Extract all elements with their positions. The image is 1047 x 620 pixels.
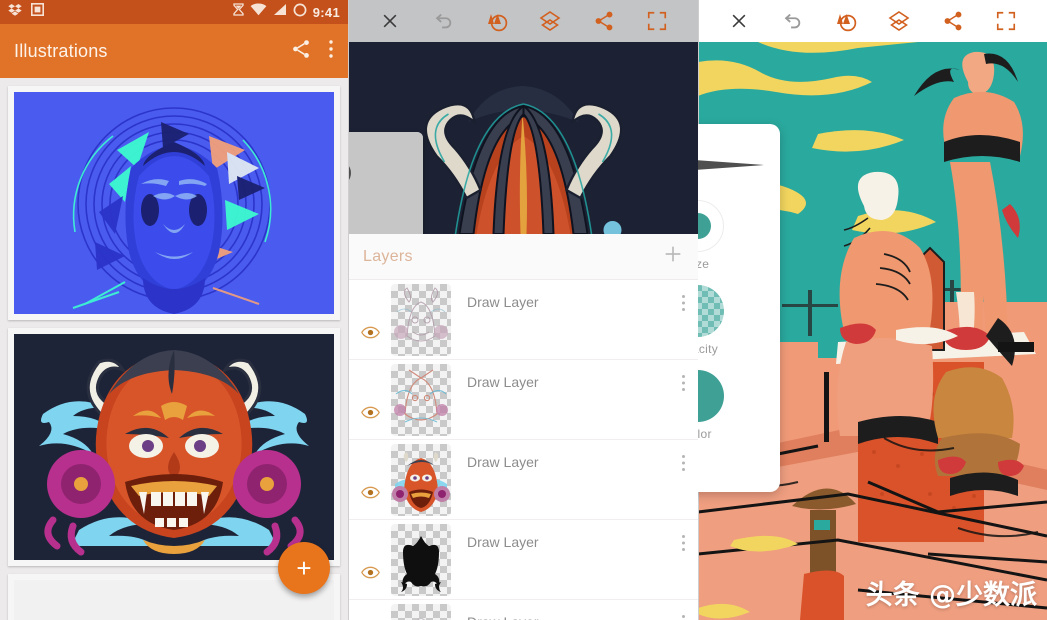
overflow-menu-icon[interactable]: [328, 38, 334, 65]
layer-menu-icon[interactable]: [681, 280, 686, 317]
undo-icon[interactable]: [766, 10, 820, 32]
editor-canvas[interactable]: [349, 42, 698, 234]
size-ring-icon: [698, 200, 724, 252]
close-icon[interactable]: [712, 11, 766, 31]
artwork-thumbnail: [14, 92, 334, 314]
status-bar: 9:41: [0, 0, 348, 24]
layers-panel-header: Layers: [349, 234, 698, 280]
layer-name: Draw Layer: [467, 454, 539, 470]
gallery-app-bar: Illustrations: [0, 24, 348, 78]
undo-icon[interactable]: [417, 10, 471, 32]
artwork-card-oni-mask[interactable]: [8, 328, 340, 566]
size-label: size: [698, 257, 710, 271]
three-panel-screenshot: 9:41 Illustrations + Layers Draw Layer D…: [0, 0, 1047, 620]
brush-style-popup[interactable]: [349, 132, 423, 234]
layers-title: Layers: [363, 247, 413, 265]
stroke-preview-icon: [698, 160, 764, 170]
layer-name: Draw Layer: [467, 294, 539, 310]
color-swatch-icon: [698, 370, 724, 422]
watermark: 头条 @少数派: [865, 580, 1037, 611]
plus-icon: +: [296, 553, 312, 583]
color-label: color: [698, 427, 712, 441]
fullscreen-icon[interactable]: [980, 10, 1034, 32]
brush-color-control[interactable]: color: [698, 370, 739, 441]
artwork-thumbnail: [14, 334, 334, 560]
layer-menu-icon[interactable]: [681, 600, 686, 620]
paint-panel: size opacity color 头条 @少数派: [698, 0, 1047, 620]
layer-visibility-icon[interactable]: [353, 280, 387, 359]
share-icon[interactable]: [577, 10, 631, 32]
gallery-scroll-list[interactable]: [0, 78, 348, 620]
layer-menu-icon[interactable]: [681, 360, 686, 397]
brush-size-control[interactable]: size: [698, 200, 739, 271]
dropbox-icon: [8, 3, 22, 22]
layers-icon[interactable]: [524, 9, 578, 33]
paint-toolbar: [698, 0, 1047, 42]
wifi-icon: [250, 3, 267, 21]
brush-opacity-control[interactable]: opacity: [698, 285, 739, 356]
editor-panel: Layers Draw Layer Draw Layer Draw Layer …: [348, 0, 698, 620]
layer-thumbnail: [391, 603, 451, 620]
layer-visibility-icon[interactable]: [353, 600, 387, 620]
battery-ring-icon: [293, 3, 307, 22]
layer-thumbnail: [391, 283, 451, 356]
screenshot-icon: [31, 3, 44, 21]
brush-settings-popup[interactable]: size opacity color: [698, 124, 780, 492]
panel-divider: [348, 0, 349, 620]
layer-thumbnail: [391, 523, 451, 596]
editor-toolbar: [349, 0, 698, 42]
share-icon[interactable]: [926, 10, 980, 32]
add-artwork-fab[interactable]: +: [278, 542, 330, 594]
layers-icon[interactable]: [873, 9, 927, 33]
layer-visibility-icon[interactable]: [353, 440, 387, 519]
layer-thumbnail: [391, 443, 451, 516]
opacity-swatch-icon: [698, 285, 724, 337]
layer-visibility-icon[interactable]: [353, 520, 387, 599]
size-dot: [698, 213, 711, 239]
signal-icon: [273, 3, 287, 21]
page-title: Illustrations: [14, 40, 108, 61]
layer-menu-icon[interactable]: [681, 440, 686, 477]
status-time: 9:41: [312, 4, 340, 20]
layer-menu-icon[interactable]: [681, 520, 686, 557]
table-row[interactable]: Draw Layer: [349, 600, 698, 620]
brush-tool-icon[interactable]: [819, 9, 873, 33]
layer-name: Draw Layer: [467, 534, 539, 550]
close-icon[interactable]: [363, 11, 417, 31]
fullscreen-icon[interactable]: [631, 10, 685, 32]
layer-name: Draw Layer: [451, 600, 681, 620]
opacity-label: opacity: [698, 342, 719, 356]
share-icon[interactable]: [290, 38, 312, 65]
layer-thumbnail: [391, 363, 451, 436]
gallery-panel: 9:41 Illustrations +: [0, 0, 348, 620]
layer-name: Draw Layer: [467, 374, 539, 390]
add-layer-button[interactable]: [662, 243, 684, 270]
artwork-card-geometric-portrait[interactable]: [8, 86, 340, 320]
layer-visibility-icon[interactable]: [353, 360, 387, 439]
table-row[interactable]: Draw Layer: [349, 280, 698, 360]
table-row[interactable]: Draw Layer: [349, 360, 698, 440]
brush-tool-icon[interactable]: [470, 9, 524, 33]
table-row[interactable]: Draw Layer: [349, 440, 698, 520]
table-row[interactable]: Draw Layer: [349, 520, 698, 600]
hourglass-icon: [233, 3, 244, 21]
